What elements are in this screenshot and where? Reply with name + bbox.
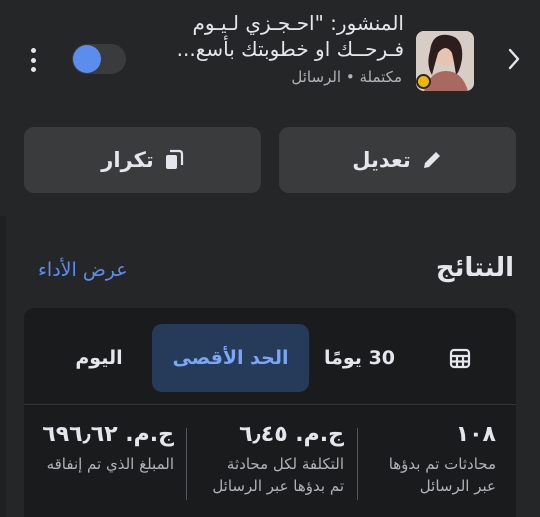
results-card: 30 يومًا الحد الأقصى اليوم ١٠٨ محادثات ت… [24,308,516,517]
tab-maximum[interactable]: الحد الأقصى [152,324,309,392]
metric-separator [357,428,358,500]
metric-label: محادثات تم بدؤها عبر الرسائل [388,455,496,495]
calendar-icon[interactable] [440,324,480,392]
results-heading: النتائج [435,253,514,283]
ad-details-screen: المنشور: "احـجـزي لـيـوم فـرحــك او خطوب… [0,0,540,517]
back-chevron-icon[interactable] [502,44,526,74]
post-title-line1: المنشور: "احـجـزي لـيـوم [192,11,404,35]
duplicate-button-label: تكرار [101,148,154,172]
duplicate-button[interactable]: تكرار [24,127,261,193]
metric-cost-per-conversation: ج.م. ٦٫٤٥ التكلفة لكل محادثة تم بدؤها عب… [194,420,344,497]
tab-today[interactable]: اليوم [44,324,154,392]
toggle-knob [73,45,101,73]
date-range-tabs: 30 يومًا الحد الأقصى اليوم [24,324,516,392]
card-divider [24,404,516,405]
metric-value: ج.م. ٦٩٦٫٦٢ [42,422,174,447]
metric-value: ١٠٨ [455,422,496,447]
pencil-icon [423,152,440,168]
metric-label: المبلغ الذي تم إنفاقه [46,455,174,473]
post-title[interactable]: المنشور: "احـجـزي لـيـوم فـرحــك او خطوب… [134,10,404,62]
status-dot [416,74,431,89]
tab-30-days[interactable]: 30 يومًا [324,324,434,392]
metric-value: ج.م. ٦٫٤٥ [239,422,344,447]
edge-strip [0,216,6,517]
metric-label: التكلفة لكل محادثة تم بدؤها عبر الرسائل [212,455,344,495]
metric-amount-spent: ج.م. ٦٩٦٫٦٢ المبلغ الذي تم إنفاقه [24,420,174,475]
metric-separator [186,428,187,500]
view-performance-link[interactable]: عرض الأداء [38,259,128,281]
edit-button[interactable]: تعديل [279,127,516,193]
metric-conversations: ١٠٨ محادثات تم بدؤها عبر الرسائل [356,420,496,497]
post-status: مكتملة • الرسائل [291,68,402,86]
post-title-line2: فـرحــك او خطوبتك بأسع... [176,37,404,61]
ad-header: المنشور: "احـجـزي لـيـوم فـرحــك او خطوب… [0,0,540,110]
ad-active-toggle[interactable] [72,44,126,74]
copy-icon [165,149,183,169]
more-options-icon[interactable] [26,46,40,74]
edit-button-label: تعديل [352,148,411,172]
